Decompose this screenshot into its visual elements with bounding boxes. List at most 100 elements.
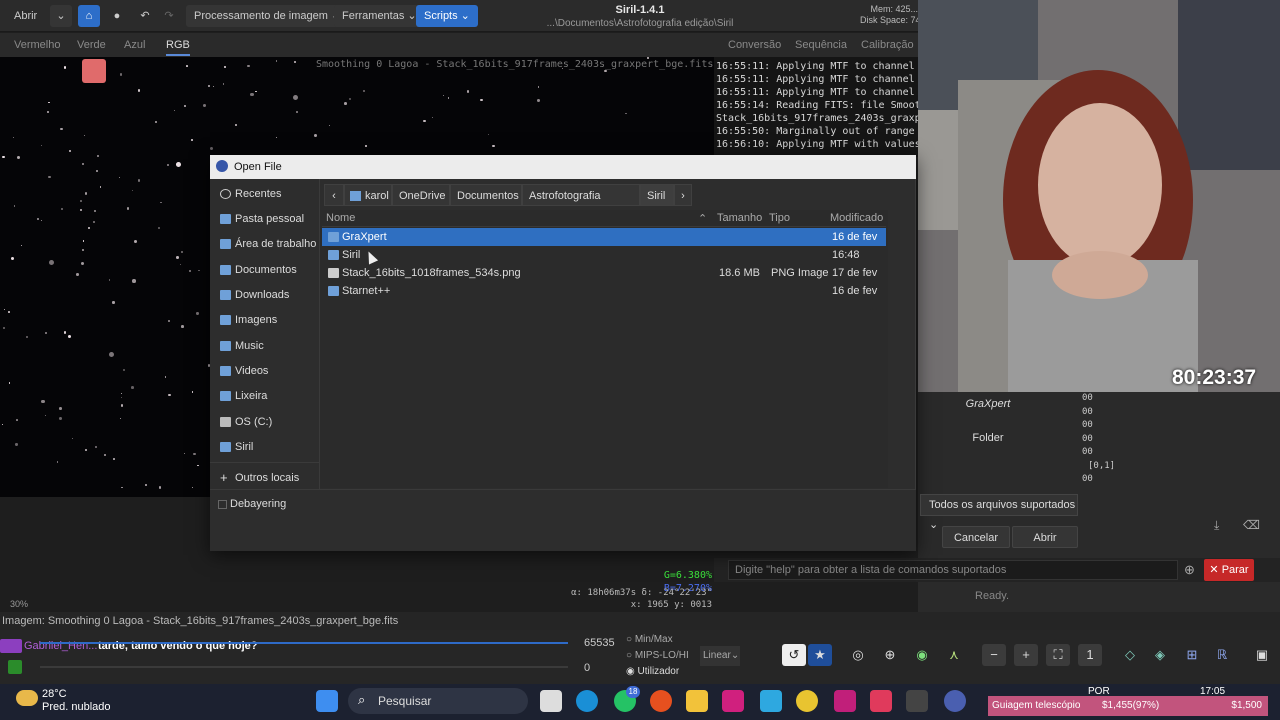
open-dropdown-icon[interactable]: ⌄: [50, 5, 72, 27]
windows-start-icon[interactable]: [316, 690, 338, 712]
siril-icon[interactable]: [944, 690, 966, 712]
file-row[interactable]: Siril 16:48: [322, 246, 886, 264]
low-slider[interactable]: [40, 666, 568, 668]
breadcrumb-karol[interactable]: karol: [344, 184, 392, 206]
tab-conversion[interactable]: Conversão: [728, 39, 781, 51]
open-file-button[interactable]: Abrir: [1012, 526, 1078, 548]
command-input[interactable]: Digite "help" para obter a lista de coma…: [728, 560, 1178, 580]
zoom-in-icon[interactable]: +: [1014, 644, 1038, 666]
open-button[interactable]: Abrir: [6, 5, 45, 27]
sidebar-item-pictures[interactable]: Imagens: [220, 310, 277, 330]
sidebar-item-documents[interactable]: Documentos: [220, 260, 297, 280]
star: [296, 110, 299, 113]
star: [8, 311, 11, 313]
zoom-out-icon[interactable]: −: [982, 644, 1006, 666]
breadcrumb-siril[interactable]: Siril: [640, 184, 674, 206]
rgb-align-icon[interactable]: ⊞: [1180, 644, 1204, 666]
photometry-icon[interactable]: ◎: [846, 644, 870, 666]
sidebar-item-desktop[interactable]: Área de trabalho: [220, 234, 316, 254]
breadcrumb-onedrive[interactable]: OneDrive: [392, 184, 450, 206]
record-icon[interactable]: ●: [106, 5, 128, 27]
tab-sequence[interactable]: Sequência: [795, 39, 847, 51]
file-explorer-icon[interactable]: [686, 690, 708, 712]
terminal-icon[interactable]: [906, 690, 928, 712]
radio-user[interactable]: ◉ Utilizador: [626, 664, 689, 680]
help-icon[interactable]: ⊕: [1184, 562, 1195, 578]
tab-red[interactable]: Vermelho: [14, 39, 60, 51]
tab-blue[interactable]: Azul: [124, 39, 145, 51]
clock[interactable]: 17:05: [1200, 686, 1225, 697]
sidebar-item-other-locations[interactable]: + Outros locais: [220, 468, 299, 488]
file-row[interactable]: GraXpert 16 de fev: [322, 228, 886, 246]
stop-button[interactable]: ✕ Parar: [1204, 559, 1254, 581]
memory-label: Mem: 425...: [870, 4, 918, 14]
debayering-checkbox[interactable]: Debayering: [218, 498, 286, 510]
sidebar-item-trash[interactable]: Lixeira: [220, 386, 267, 406]
snapshot-icon[interactable]: ▣: [1250, 644, 1274, 666]
star: [87, 227, 91, 230]
download-icon[interactable]: ⤓: [1214, 518, 1219, 533]
column-size[interactable]: Tamanho: [717, 212, 762, 224]
max-value[interactable]: 65535: [584, 637, 615, 649]
grid-globe-icon[interactable]: ⊕: [878, 644, 902, 666]
edge-icon[interactable]: [576, 690, 598, 712]
scripts-menu[interactable]: Scripts ⌄: [416, 5, 478, 27]
star: [183, 452, 186, 455]
rgb-compose-icon[interactable]: ℝ: [1210, 644, 1234, 666]
weather-widget[interactable]: 28°C Pred. nublado: [16, 688, 111, 714]
chrome-icon[interactable]: [796, 690, 818, 712]
undo-icon[interactable]: ↶: [134, 5, 156, 27]
min-value[interactable]: 0: [584, 662, 590, 674]
task-view-icon[interactable]: [540, 690, 562, 712]
target-icon[interactable]: ◉: [910, 644, 934, 666]
mirror-icon[interactable]: ◈: [1148, 644, 1172, 666]
redo-icon[interactable]: ↷: [158, 5, 180, 27]
fits-viewer-icon[interactable]: [870, 690, 892, 712]
telescope-icon[interactable]: ⋏: [942, 644, 966, 666]
taskbar-search[interactable]: Pesquisar: [348, 688, 528, 714]
clear-log-icon[interactable]: ⌫: [1243, 518, 1260, 532]
column-name[interactable]: Nome: [326, 212, 355, 224]
column-type[interactable]: Tipo: [769, 212, 790, 224]
app-pink-icon[interactable]: [722, 690, 744, 712]
scale-dropdown[interactable]: Linear⌄: [700, 646, 740, 666]
opera-icon[interactable]: [650, 690, 672, 712]
tab-rgb[interactable]: RGB: [166, 39, 190, 56]
sidebar-item-drive-c[interactable]: OS (C:): [220, 412, 272, 432]
sidebar-item-downloads[interactable]: Downloads: [220, 285, 289, 305]
image-processing-menu[interactable]: Processamento de imagem ⌄: [186, 5, 349, 27]
radio-minmax[interactable]: ○ Min/Max: [626, 632, 689, 648]
breadcrumb-back-icon[interactable]: ‹: [324, 184, 344, 206]
sidebar-item-music[interactable]: Music: [220, 336, 264, 356]
flip-icon[interactable]: ◇: [1118, 644, 1142, 666]
app-magenta-icon[interactable]: [834, 690, 856, 712]
tools-menu[interactable]: Ferramentas ⌄: [334, 5, 425, 27]
star-icon[interactable]: ★: [808, 644, 832, 666]
zoom-fit-icon[interactable]: ⛶: [1046, 644, 1070, 666]
home-icon[interactable]: ⌂: [78, 5, 100, 27]
sidebar-item-siril[interactable]: Siril: [220, 437, 253, 457]
column-modified[interactable]: Modificado: [830, 212, 883, 224]
high-slider[interactable]: [40, 642, 568, 644]
tab-green[interactable]: Verde: [77, 39, 106, 51]
zoom-actual-icon[interactable]: 1: [1078, 644, 1102, 666]
app-blue-icon[interactable]: [760, 690, 782, 712]
pin-icon[interactable]: [82, 59, 106, 83]
file-row[interactable]: Stack_16bits_1018frames_534s.png 18.6 MB…: [322, 264, 886, 282]
language-indicator[interactable]: POR: [1088, 686, 1110, 697]
sidebar-item-videos[interactable]: Videos: [220, 361, 268, 381]
breadcrumb-forward-icon[interactable]: ›: [674, 184, 692, 206]
breadcrumb-documentos[interactable]: Documentos: [450, 184, 522, 206]
radio-mips[interactable]: ○ MIPS-LO/HI: [626, 648, 689, 664]
reset-icon[interactable]: ↺: [782, 644, 806, 666]
breadcrumb-astrofotografia[interactable]: Astrofotografia edição: [522, 184, 640, 224]
sidebar-item-home[interactable]: Pasta pessoal: [220, 209, 304, 229]
tab-calibration[interactable]: Calibração: [861, 39, 914, 51]
file-filter-select[interactable]: Todos os arquivos suportados ⌄: [920, 494, 1078, 531]
sidebar-item-recent[interactable]: Recentes: [220, 184, 281, 204]
file-modified: 16 de fev: [832, 231, 878, 243]
file-row[interactable]: Starnet++ 16 de fev: [322, 282, 886, 300]
star: [48, 175, 51, 178]
sort-ascending-icon[interactable]: ⌃: [698, 212, 707, 225]
cancel-button[interactable]: Cancelar: [942, 526, 1010, 548]
